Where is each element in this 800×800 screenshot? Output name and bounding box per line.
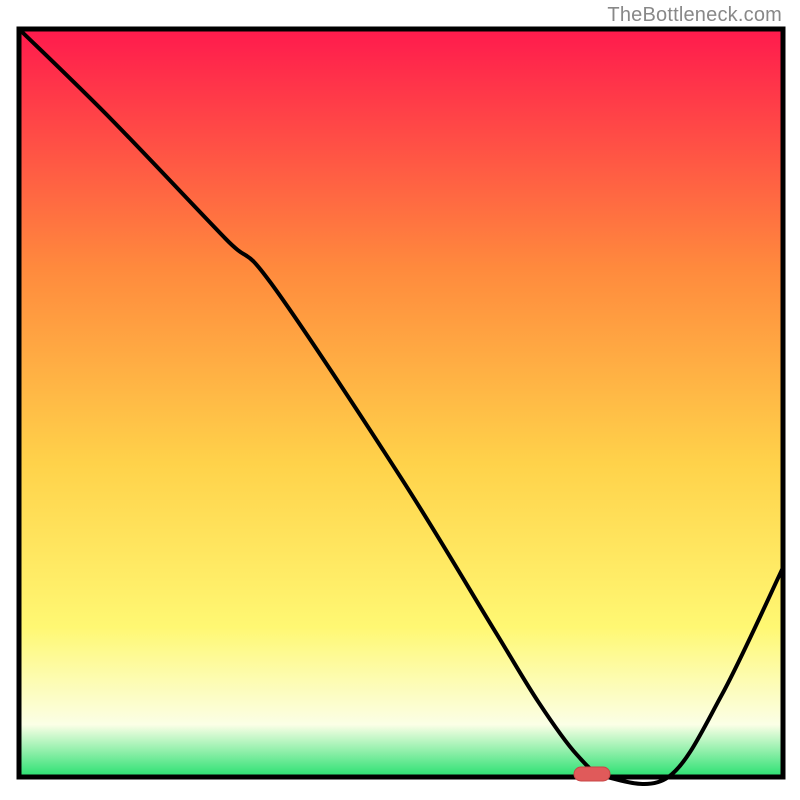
chart-canvas: TheBottleneck.com	[0, 0, 800, 800]
chart-svg	[0, 0, 800, 800]
watermark-text: TheBottleneck.com	[607, 4, 782, 27]
optimum-marker	[574, 767, 610, 781]
